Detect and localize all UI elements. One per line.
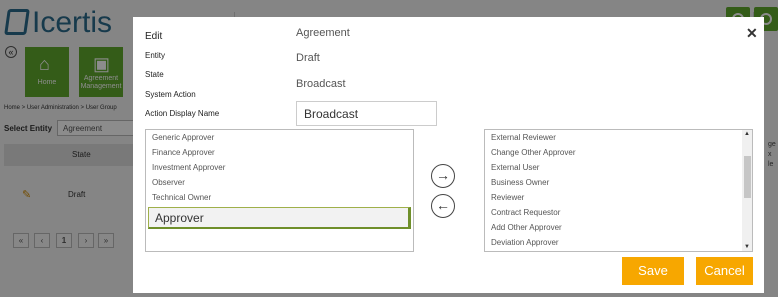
available-roles-list[interactable]: Generic Approver Finance Approver Invest… xyxy=(145,129,414,252)
list-item[interactable]: Business Owner xyxy=(485,175,752,190)
state-label: State xyxy=(145,70,164,79)
cancel-button[interactable]: Cancel xyxy=(696,257,753,285)
edit-value: Agreement xyxy=(296,27,350,39)
assigned-roles-list[interactable]: External Reviewer Change Other Approver … xyxy=(484,129,753,252)
move-right-button[interactable]: → xyxy=(431,164,455,188)
list-item[interactable]: External User xyxy=(485,160,752,175)
list-item[interactable]: Finance Approver xyxy=(146,145,413,160)
list-item[interactable]: Add Other Approver xyxy=(485,220,752,235)
list-item-selected[interactable]: Approver xyxy=(148,207,411,229)
list-item[interactable]: External Reviewer xyxy=(485,130,752,145)
action-display-name-input[interactable]: Broadcast xyxy=(296,101,437,126)
list-item[interactable]: Reviewer xyxy=(485,190,752,205)
list-item[interactable]: Contract Requestor xyxy=(485,205,752,220)
scroll-up-icon[interactable]: ▲ xyxy=(743,131,751,137)
list-item[interactable]: Deviation Approver xyxy=(485,235,752,250)
arrow-left-icon: ← xyxy=(436,197,450,213)
list-scrollbar[interactable]: ▲ ▼ xyxy=(742,130,752,251)
edit-label: Edit xyxy=(145,31,163,42)
list-item[interactable]: Change Other Approver xyxy=(485,145,752,160)
list-item[interactable]: Technical Owner xyxy=(146,190,413,205)
close-icon[interactable]: ✕ xyxy=(746,25,758,42)
entity-value: Draft xyxy=(296,52,320,64)
list-item[interactable]: Generic Approver xyxy=(146,130,413,145)
edit-action-dialog: Edit Agreement Entity Draft State Broadc… xyxy=(133,17,764,293)
scrollbar-thumb[interactable] xyxy=(744,156,751,198)
list-item[interactable]: Investment Approver xyxy=(146,160,413,175)
state-value: Broadcast xyxy=(296,78,346,90)
action-display-name-label: Action Display Name xyxy=(145,109,220,118)
entity-label: Entity xyxy=(145,51,166,60)
list-item[interactable]: Observer xyxy=(146,175,413,190)
system-action-label: System Action xyxy=(145,90,196,99)
save-button[interactable]: Save xyxy=(622,257,684,285)
arrow-right-icon: → xyxy=(436,167,450,183)
scroll-down-icon[interactable]: ▼ xyxy=(743,244,751,250)
move-left-button[interactable]: ← xyxy=(431,194,455,218)
